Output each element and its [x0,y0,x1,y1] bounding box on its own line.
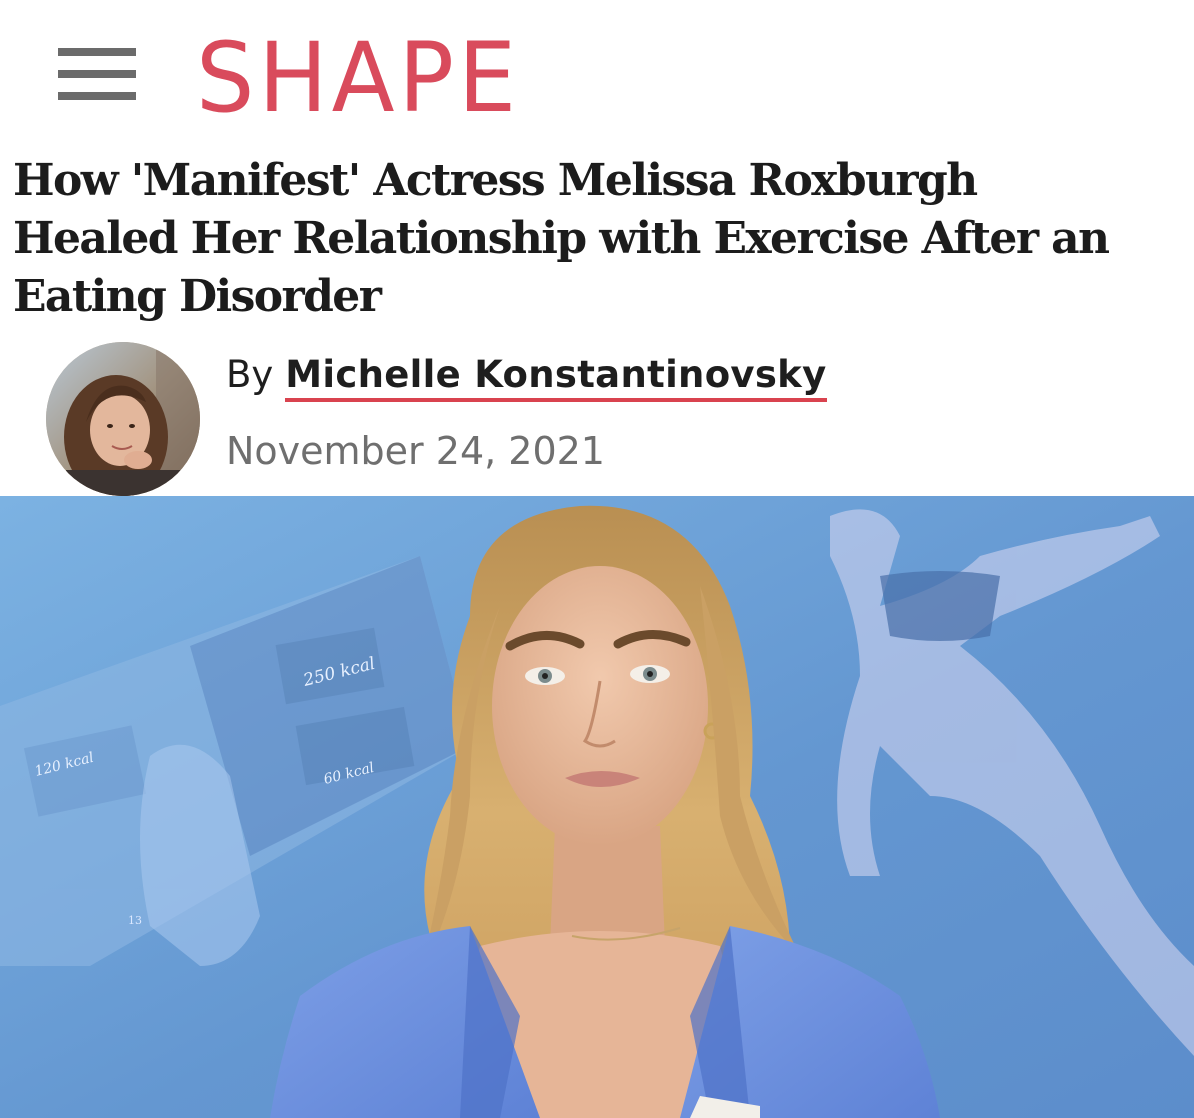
headline-line-3: Eating Disorder [13,271,382,322]
byline-prefix: By [226,353,274,396]
article-headline: How 'Manifest' Actress Melissa Roxburgh … [13,152,1188,326]
author-avatar-image [46,342,200,496]
author-avatar[interactable] [46,342,200,496]
site-logo[interactable]: SHAPE [196,27,520,129]
publish-date: November 24, 2021 [226,429,605,473]
hamburger-menu-icon[interactable] [58,48,136,102]
hero-image-illustration: 250 kcal 120 kcal 60 kcal 13 [0,496,1194,1118]
headline-line-1: How 'Manifest' Actress Melissa Roxburgh [13,155,978,206]
author-name-link[interactable]: Michelle Konstantinovsky [285,353,827,402]
byline: By Michelle Konstantinovsky [226,352,827,402]
article-page: SHAPE How 'Manifest' Actress Melissa Rox… [0,0,1194,1118]
hero-page-number: 13 [128,914,142,927]
hero-image: 250 kcal 120 kcal 60 kcal 13 [0,496,1194,1118]
headline-line-2: Healed Her Relationship with Exercise Af… [13,213,1110,264]
